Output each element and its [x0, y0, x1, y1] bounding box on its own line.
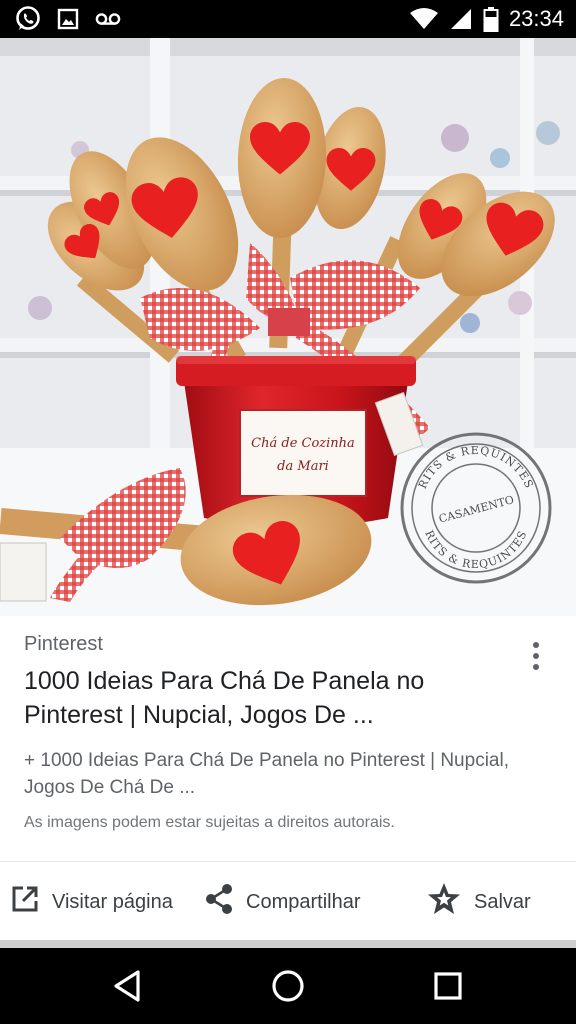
- cell-signal-icon: [449, 7, 473, 31]
- recent-apps-button[interactable]: [428, 966, 468, 1006]
- save-button[interactable]: Salvar: [426, 881, 531, 923]
- pot-label-line2: da Mari: [277, 459, 329, 474]
- result-source[interactable]: Pinterest: [24, 633, 103, 656]
- result-image[interactable]: Chá de Cozinha da Mari RITS & REQUINTES: [0, 38, 576, 616]
- share-icon: [204, 883, 234, 921]
- result-card: Pinterest 1000 Ideias Para Chá De Panela…: [0, 616, 576, 944]
- card-edge: [0, 940, 576, 948]
- more-options-button[interactable]: [520, 636, 552, 676]
- home-circle-icon: [272, 970, 304, 1002]
- share-label: Compartilhar: [246, 890, 361, 913]
- result-title[interactable]: 1000 Ideias Para Chá De Panela no Pinter…: [24, 664, 504, 732]
- recent-square-icon: [434, 972, 462, 1000]
- wifi-icon: [409, 7, 439, 31]
- clock: 23:34: [508, 6, 564, 31]
- share-button[interactable]: Compartilhar: [204, 884, 360, 920]
- front-gift-tag: [0, 542, 47, 602]
- image-icon: [56, 7, 80, 31]
- status-bar: 23:34: [0, 0, 576, 38]
- save-label: Salvar: [474, 890, 531, 913]
- home-button[interactable]: [268, 966, 308, 1006]
- more-dot-icon: [533, 642, 539, 648]
- back-triangle-icon: [114, 970, 140, 1002]
- action-bar: Visitar página Compartilhar Salvar: [0, 862, 576, 942]
- more-dot-icon: [533, 664, 539, 670]
- open-in-new-icon: [10, 884, 40, 920]
- voicemail-icon: [94, 7, 122, 31]
- pot-label-line1: Chá de Cozinha: [251, 436, 355, 451]
- star-icon: [426, 881, 462, 923]
- whatsapp-icon: [14, 5, 42, 33]
- visit-page-button[interactable]: Visitar página: [10, 884, 173, 920]
- result-description: + 1000 Ideias Para Chá De Panela no Pint…: [24, 750, 509, 798]
- more-dot-icon: [533, 653, 539, 659]
- copyright-notice: As imagens podem estar sujeitas a direit…: [24, 814, 395, 831]
- battery-icon: [483, 6, 499, 32]
- navigation-bar: [0, 948, 576, 1024]
- back-button[interactable]: [108, 966, 148, 1006]
- visit-page-label: Visitar página: [52, 890, 173, 913]
